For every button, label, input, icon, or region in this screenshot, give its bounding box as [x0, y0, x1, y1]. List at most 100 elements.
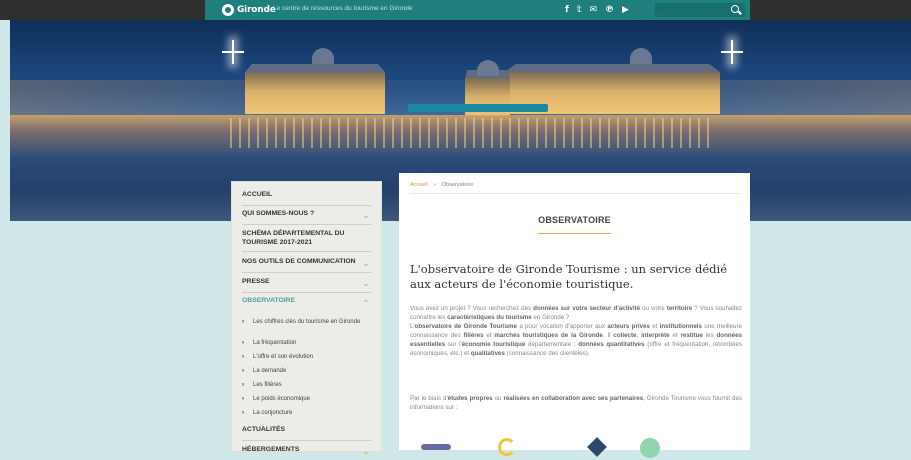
chevron-right-icon: › — [242, 410, 244, 416]
breadcrumb: Accueil » Observatoire — [410, 182, 473, 188]
intro-paragraph: Vous avez un projet ? Vous recherchez de… — [410, 304, 742, 358]
sub-item-chiffres-cles[interactable]: › Les chiffres clés du tourisme en Giron… — [242, 318, 378, 326]
text: ou votre — [640, 305, 667, 312]
logo-text: Gironde — [237, 5, 276, 15]
mail-icon[interactable]: ✉ — [589, 3, 597, 17]
page-title: OBSERVATOIRE — [538, 215, 611, 225]
chevron-right-icon: › — [242, 368, 244, 374]
sidebar-item-hebergements[interactable]: HÉBERGEMENTS ⌄ — [242, 446, 371, 460]
sidebar-item-outils-communication[interactable]: NOS OUTILS DE COMMUNICATION ⌄ — [242, 258, 371, 273]
sub-item-label: L'offre et son évolution — [253, 354, 314, 360]
streetlight-right — [721, 40, 743, 64]
sub-item-label: La conjoncture — [253, 410, 293, 416]
sub-item-label: La fréquentation — [253, 340, 297, 346]
text-bold: marchés touristiques de la Gironde — [494, 332, 603, 339]
search-icon[interactable] — [731, 5, 739, 13]
text-bold: caractéristiques du tourisme — [447, 314, 532, 321]
text: a pour vocation d'apporter aux — [517, 323, 608, 330]
text-bold: données sur votre secteur d'activité — [533, 305, 641, 312]
sidebar-nav: ACCUEIL QUI SOMMES-NOUS ? ⌄ SCHÉMA DÉPAR… — [231, 181, 382, 456]
breadcrumb-home-link[interactable]: Accueil — [410, 182, 428, 188]
partner-logo[interactable] — [498, 438, 516, 456]
sub-item-frequentation[interactable]: › La fréquentation — [242, 339, 378, 347]
chevron-right-icon: › — [242, 396, 244, 402]
text: ou — [492, 395, 504, 402]
gironde-logo[interactable]: Gironde — [222, 3, 276, 17]
sub-item-filieres[interactable]: › Les filières — [242, 381, 378, 389]
text: . Il — [602, 332, 614, 339]
sidebar-item-label: SCHÉMA DÉPARTEMENTAL DU TOURISME 2017-20… — [242, 230, 345, 246]
sources-paragraph: Par le biais d'études propres ou réalisé… — [410, 394, 742, 412]
text: Par le biais d' — [410, 395, 448, 402]
text-bold: économie touristique — [461, 341, 526, 348]
text: en Gironde ? — [531, 314, 570, 321]
sidebar-item-label: ACTUALITÉS — [242, 426, 286, 433]
chevron-down-icon: ⌄ — [363, 281, 369, 288]
streetlight-left — [222, 40, 244, 64]
palace-left — [245, 72, 385, 114]
sidebar-item-qui-sommes-nous[interactable]: QUI SOMMES-NOUS ? ⌄ — [242, 210, 371, 225]
sub-item-label: Les chiffres clés du tourisme en Gironde — [253, 319, 361, 325]
sub-item-label: Les filières — [253, 382, 282, 388]
sub-item-offre[interactable]: › L'offre et son évolution — [242, 353, 378, 361]
sidebar-item-presse[interactable]: PRESSE ⌄ — [242, 278, 371, 293]
sub-item-label: La demande — [253, 368, 287, 374]
text-bold: institutionnels — [659, 323, 702, 330]
sidebar-item-label: PRESSE — [242, 278, 270, 285]
sidebar-item-label: OBSERVATOIRE — [242, 297, 296, 304]
tram — [408, 104, 548, 112]
tagline: Le centre de ressources du tourisme en G… — [273, 5, 413, 12]
headline: L'observatoire de Gironde Tourisme : un … — [410, 262, 728, 291]
top-bar-inner: Gironde Le centre de ressources du touri… — [205, 0, 750, 22]
dome-center — [477, 60, 499, 76]
partner-logos — [410, 436, 710, 458]
text-bold: qualitatives — [470, 350, 505, 357]
twitter-icon[interactable]: 𝕥 — [577, 3, 582, 17]
text-bold: études propres — [447, 395, 493, 402]
youtube-icon[interactable]: ▶ — [622, 3, 629, 17]
reflection-lights — [230, 118, 710, 148]
breadcrumb-divider — [410, 193, 740, 194]
text-bold: interprète — [641, 332, 670, 339]
text: et — [483, 332, 495, 339]
sidebar-item-actualites[interactable]: ACTUALITÉS — [242, 426, 371, 441]
sub-item-conjoncture[interactable]: › La conjoncture — [242, 409, 378, 417]
sub-item-poids-economique[interactable]: › Le poids économique — [242, 395, 378, 403]
main-content: Accueil » Observatoire OBSERVATOIRE L'ob… — [399, 173, 750, 458]
partner-logo[interactable] — [421, 444, 451, 450]
sidebar-item-schema[interactable]: SCHÉMA DÉPARTEMENTAL DU TOURISME 2017-20… — [242, 229, 371, 252]
partner-logo[interactable] — [640, 438, 660, 458]
sidebar-item-accueil[interactable]: ACCUEIL — [242, 191, 371, 206]
pinterest-icon[interactable]: ℗ — [605, 3, 614, 17]
palace-center — [465, 78, 510, 120]
text: et — [649, 323, 660, 330]
text: départementale : — [525, 341, 579, 348]
search-box — [655, 3, 745, 22]
breadcrumb-separator: » — [433, 182, 437, 188]
top-bar: Gironde Le centre de ressources du touri… — [0, 0, 911, 22]
chevron-up-icon: ⌃ — [363, 300, 369, 307]
text: (connaissance des clientèles). — [504, 350, 590, 357]
partner-logo[interactable] — [587, 437, 607, 457]
chevron-right-icon: › — [242, 382, 244, 388]
chevron-down-icon: ⌄ — [363, 261, 369, 268]
chevron-right-icon: › — [242, 319, 244, 325]
text-bold: restitue — [680, 332, 703, 339]
text-bold: réalisées en collaboration avec ses part… — [503, 395, 644, 402]
text: Vous avez un projet ? Vous recherchez de… — [410, 305, 534, 312]
sky-glow — [10, 80, 911, 120]
text: et — [669, 332, 681, 339]
text-bold: territoire — [666, 305, 693, 312]
dome-right — [630, 48, 652, 64]
chevron-down-icon: ⌄ — [363, 213, 369, 220]
text: les — [702, 332, 717, 339]
sidebar-item-observatoire[interactable]: OBSERVATOIRE ⌃ — [242, 297, 371, 309]
breadcrumb-current: Observatoire — [441, 182, 474, 188]
facebook-icon[interactable]: f — [565, 3, 569, 17]
sidebar-item-label: NOS OUTILS DE COMMUNICATION — [242, 258, 356, 265]
text-bold: collecte — [613, 332, 637, 339]
text-bold: données quantitatives — [578, 341, 645, 348]
text-bold: filières — [463, 332, 484, 339]
sub-item-demande[interactable]: › La demande — [242, 367, 378, 375]
text-bold: acteurs privés — [607, 323, 650, 330]
